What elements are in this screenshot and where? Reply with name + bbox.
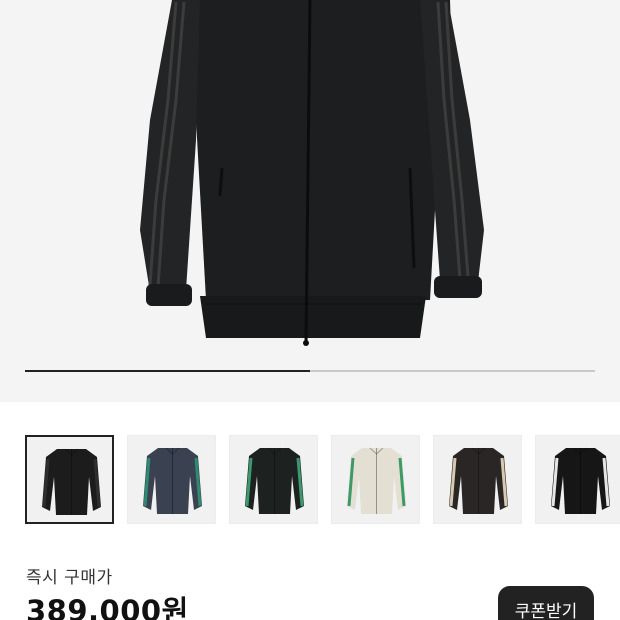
jacket-image bbox=[140, 0, 484, 346]
thumbnail-3[interactable] bbox=[229, 435, 318, 524]
instant-buy-price: 389,000원 bbox=[26, 594, 189, 620]
thumbnail-jacket-image bbox=[143, 447, 202, 514]
gallery-progress-bar bbox=[25, 370, 595, 372]
thumbnail-jacket-image bbox=[551, 447, 610, 514]
product-main-image[interactable] bbox=[0, 0, 620, 402]
thumbnail-jacket-image bbox=[245, 447, 304, 514]
gallery-progress-fill bbox=[25, 370, 310, 372]
thumbnail-2[interactable] bbox=[127, 435, 216, 524]
thumbnail-1[interactable] bbox=[25, 435, 114, 524]
thumbnail-strip[interactable] bbox=[25, 435, 620, 525]
thumbnail-jacket-image bbox=[347, 447, 406, 514]
instant-buy-label: 즉시 구매가 bbox=[26, 568, 113, 588]
thumbnail-jacket-image bbox=[42, 448, 101, 515]
thumbnail-6[interactable] bbox=[535, 435, 620, 524]
thumbnail-jacket-image bbox=[449, 447, 508, 514]
thumbnail-4[interactable] bbox=[331, 435, 420, 524]
thumbnail-5[interactable] bbox=[433, 435, 522, 524]
coupon-button[interactable]: 쿠폰받기 bbox=[498, 586, 594, 620]
